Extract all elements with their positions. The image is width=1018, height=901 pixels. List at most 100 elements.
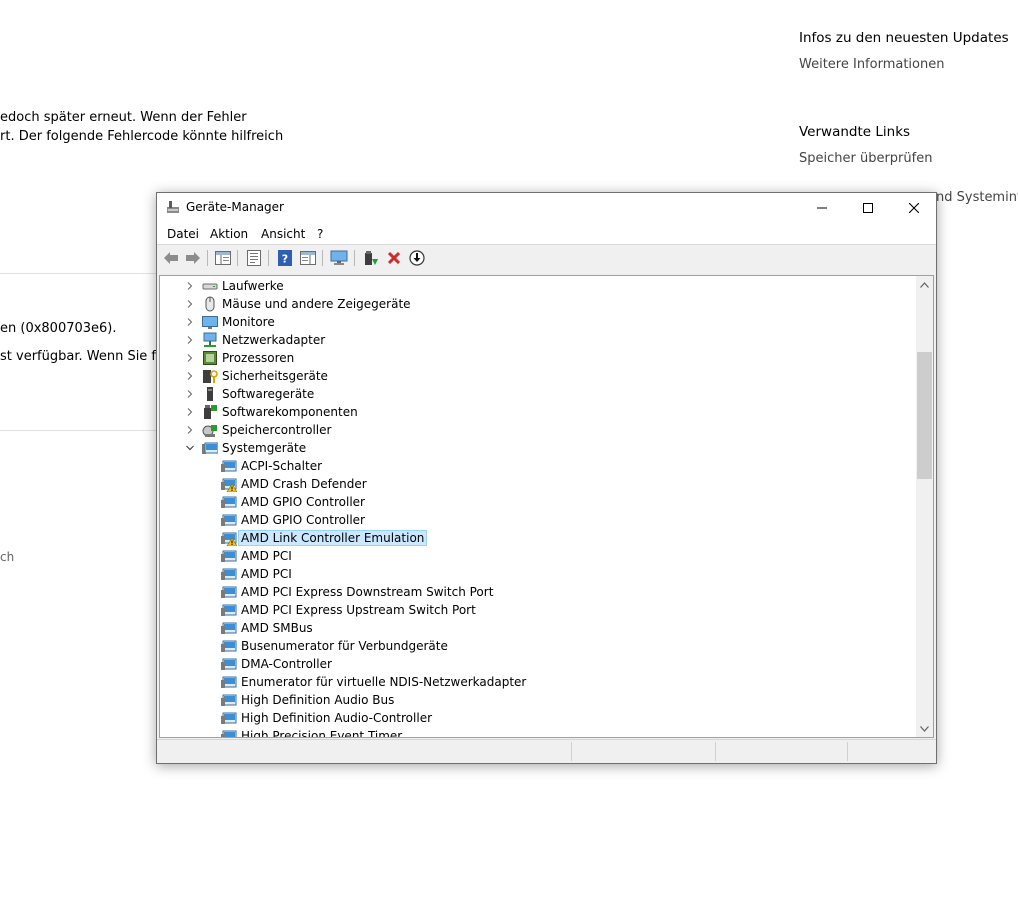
system-device-icon	[221, 710, 237, 726]
system-device-icon	[221, 692, 237, 708]
chevron-right-icon[interactable]	[184, 334, 196, 346]
menu-ansicht[interactable]: Ansicht	[261, 227, 305, 241]
show-hide-console-tree-button[interactable]	[214, 249, 232, 267]
monitor-icon	[202, 314, 218, 330]
tree-item-label: DMA-Controller	[241, 657, 332, 671]
tree-item-label: Softwaregeräte	[222, 387, 315, 401]
minimize-button[interactable]	[799, 193, 845, 223]
tree-device[interactable]: AMD PCI Express Downstream Switch Port	[160, 583, 918, 601]
tree-item-label: Monitore	[222, 315, 275, 329]
tree-device[interactable]: AMD PCI Express Upstream Switch Port	[160, 601, 918, 619]
tree-category[interactable]: Softwaregeräte	[160, 385, 918, 403]
tree-item-label: Laufwerke	[222, 279, 284, 293]
tree-item-label: AMD Link Controller Emulation	[237, 530, 428, 546]
scroll-up-button[interactable]	[916, 276, 933, 293]
status-cell	[571, 742, 715, 761]
tree-device[interactable]: High Definition Audio Bus	[160, 691, 918, 709]
system-device-icon	[221, 620, 237, 636]
close-button[interactable]	[891, 193, 937, 223]
tree-device[interactable]: AMD PCI	[160, 547, 918, 565]
menu-help[interactable]: ?	[317, 227, 323, 241]
tree-device[interactable]: High Definition Audio-Controller	[160, 709, 918, 727]
chevron-right-icon[interactable]	[184, 316, 196, 328]
maximize-button[interactable]	[845, 193, 891, 223]
drive-icon	[202, 278, 218, 294]
processor-icon	[202, 350, 218, 366]
uninstall-icon	[387, 251, 401, 265]
tree-item-label: Speichercontroller	[222, 423, 332, 437]
scrollbar-thumb[interactable]	[917, 352, 932, 479]
tree-item-label: Systemgeräte	[222, 441, 307, 455]
error-code-text: en (0x800703e6).	[0, 321, 117, 336]
chevron-right-icon[interactable]	[184, 388, 196, 400]
mouse-icon	[202, 296, 218, 312]
enable-device-button[interactable]	[408, 249, 426, 267]
latest-updates-heading: Infos zu den neuesten Updates	[799, 30, 1009, 46]
tree-device[interactable]: Enumerator für virtuelle NDIS-Netzwerkad…	[160, 673, 918, 691]
tree-item-label: Softwarekomponenten	[222, 405, 358, 419]
tree-item-label: High Precision Event Timer	[241, 729, 403, 738]
menu-aktion[interactable]: Aktion	[210, 227, 248, 241]
system-info-link[interactable]: nd Systeminfo	[936, 190, 1018, 205]
chevron-right-icon[interactable]	[184, 280, 196, 292]
divider	[0, 273, 156, 274]
scroll-down-button[interactable]	[916, 720, 933, 737]
divider	[0, 430, 156, 431]
chevron-down-icon[interactable]	[184, 442, 196, 454]
tree-item-label: AMD PCI Express Downstream Switch Port	[241, 585, 494, 599]
search-text-fragment: ch	[0, 550, 15, 564]
chevron-right-icon[interactable]	[184, 424, 196, 436]
forward-button[interactable]	[184, 249, 202, 267]
tree-device[interactable]: DMA-Controller	[160, 655, 918, 673]
uninstall-device-button[interactable]	[385, 249, 403, 267]
tree-device[interactable]: AMD Link Controller Emulation	[160, 529, 918, 547]
update-driver-icon	[365, 251, 378, 265]
check-storage-link[interactable]: Speicher überprüfen	[799, 151, 932, 166]
tree-device[interactable]: Busenumerator für Verbundgeräte	[160, 637, 918, 655]
maximize-icon	[863, 203, 873, 213]
chevron-right-icon[interactable]	[184, 298, 196, 310]
scan-hardware-button[interactable]	[330, 249, 348, 267]
status-cell	[715, 742, 847, 761]
back-button[interactable]	[162, 249, 180, 267]
vertical-scrollbar[interactable]	[916, 276, 933, 737]
tree-device[interactable]: ACPI-Schalter	[160, 457, 918, 475]
tree-category[interactable]: Mäuse und andere Zeigegeräte	[160, 295, 918, 313]
chevron-right-icon[interactable]	[184, 406, 196, 418]
action-pane-button[interactable]	[299, 249, 317, 267]
menu-datei[interactable]: Datei	[167, 227, 199, 241]
system-device-icon	[221, 602, 237, 618]
tree-category[interactable]: Netzwerkadapter	[160, 331, 918, 349]
tree-device[interactable]: AMD Crash Defender	[160, 475, 918, 493]
chevron-right-icon[interactable]	[184, 370, 196, 382]
tree-item-label: Netzwerkadapter	[222, 333, 326, 347]
tree-device[interactable]: High Precision Event Timer	[160, 727, 918, 738]
software-component-icon	[202, 404, 218, 420]
tree-device[interactable]: AMD SMBus	[160, 619, 918, 637]
tree-category[interactable]: Prozessoren	[160, 349, 918, 367]
toolbar: ?	[157, 246, 936, 270]
tree-category[interactable]: Monitore	[160, 313, 918, 331]
availability-text: st verfügbar. Wenn Sie für	[0, 349, 170, 364]
help-button[interactable]: ?	[276, 249, 294, 267]
system-device-icon	[221, 494, 237, 510]
tree-category[interactable]: Softwarekomponenten	[160, 403, 918, 421]
tree-category[interactable]: Systemgeräte	[160, 439, 918, 457]
tree-device[interactable]: AMD GPIO Controller	[160, 511, 918, 529]
tree-category[interactable]: Sicherheitsgeräte	[160, 367, 918, 385]
properties-button[interactable]	[245, 249, 263, 267]
tree-item-label: High Definition Audio Bus	[241, 693, 395, 707]
system-device-folder-icon	[202, 440, 219, 456]
tree-device[interactable]: AMD GPIO Controller	[160, 493, 918, 511]
properties-icon	[247, 250, 261, 266]
show-hide-console-tree-icon	[215, 251, 231, 265]
title-bar[interactable]: Geräte-Manager	[157, 193, 936, 223]
device-tree[interactable]: Laufwerke Mäuse und andere Zeigegeräte Mon…	[159, 275, 934, 738]
download-icon	[409, 250, 425, 266]
tree-category[interactable]: Laufwerke	[160, 277, 918, 295]
more-info-link[interactable]: Weitere Informationen	[799, 57, 944, 72]
chevron-right-icon[interactable]	[184, 352, 196, 364]
tree-device[interactable]: AMD PCI	[160, 565, 918, 583]
update-driver-button[interactable]	[362, 249, 380, 267]
tree-category[interactable]: Speichercontroller	[160, 421, 918, 439]
